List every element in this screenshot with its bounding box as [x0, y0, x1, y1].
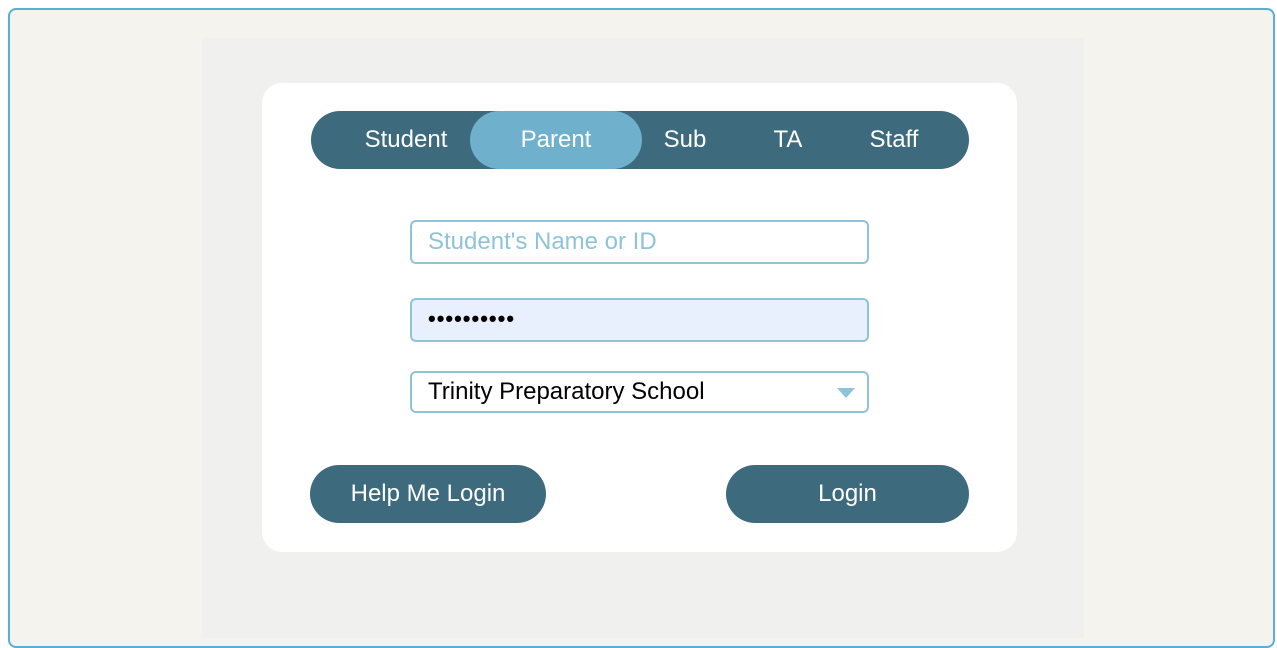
tab-ta[interactable]: TA	[751, 111, 825, 169]
chevron-down-icon[interactable]	[837, 388, 855, 398]
tab-sub[interactable]: Sub	[642, 111, 728, 169]
tab-parent[interactable]: Parent	[470, 111, 642, 169]
tab-staff[interactable]: Staff	[843, 111, 945, 169]
tab-student[interactable]: Student	[331, 111, 481, 169]
password-input[interactable]: ••••••••••	[410, 298, 869, 342]
school-select[interactable]: Trinity Preparatory School	[410, 371, 869, 413]
username-input[interactable]: Student's Name or ID	[410, 220, 869, 264]
help-me-login-button[interactable]: Help Me Login	[310, 465, 546, 523]
role-selector: Student Parent Sub TA Staff	[311, 111, 969, 169]
login-button[interactable]: Login	[726, 465, 969, 523]
school-select-value: Trinity Preparatory School	[428, 378, 705, 405]
